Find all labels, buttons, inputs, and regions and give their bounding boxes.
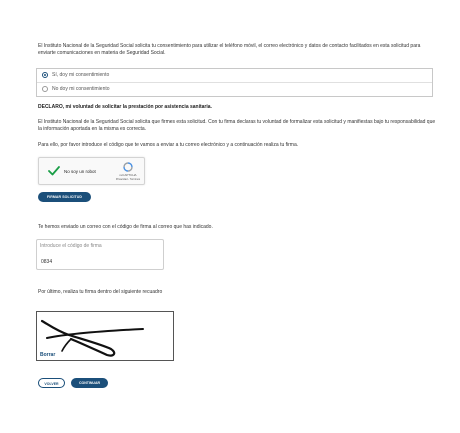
consent-option-no[interactable]: No doy mi consentimiento [37,83,432,97]
recaptcha-label: No soy un robot [64,169,96,174]
signature-pad[interactable]: Borrar [36,311,174,361]
email-sent-text: Te hemos enviado un correo con el código… [38,224,213,230]
continue-button[interactable]: CONTINUAR [71,378,108,388]
recaptcha-brand: reCAPTCHA [119,173,137,177]
clear-signature-link[interactable]: Borrar [40,352,55,359]
recaptcha-terms-link[interactable]: Privacidad - Términos [110,178,146,181]
radio-unchecked-icon[interactable] [42,86,48,92]
signature-instruction-text: Por último, realiza tu firma dentro del … [38,289,163,295]
recaptcha-widget[interactable]: No soy un robot reCAPTCHA Privacidad - T… [38,157,145,185]
back-button[interactable]: VOLVER [38,378,65,388]
code-instructions-text: Para ello, por favor introduce el código… [38,142,299,148]
declaration-text: El Instituto Nacional de la Seguridad So… [38,119,436,132]
consent-option-no-label: No doy mi consentimiento [52,86,110,92]
signature-code-label: Introduce el código de firma [40,243,102,249]
radio-checked-icon[interactable] [42,72,48,78]
declaration-heading: DECLARO, mi voluntad de solicitar la pre… [38,104,212,110]
consent-radio-group: Sí, doy mi consentimiento No doy mi cons… [36,68,433,97]
checkmark-icon[interactable] [48,166,60,176]
sign-request-button[interactable]: FIRMAR SOLICITUD [38,192,91,202]
signature-drawing [40,319,144,357]
consent-option-yes[interactable]: Sí, doy mi consentimiento [37,69,432,83]
signature-code-field[interactable]: Introduce el código de firma [36,239,164,270]
consent-intro-text: El Instituto Nacional de la Seguridad So… [38,43,421,56]
consent-option-yes-label: Sí, doy mi consentimiento [52,72,110,78]
signature-code-input[interactable] [39,258,141,266]
recaptcha-logo-icon [123,162,133,172]
